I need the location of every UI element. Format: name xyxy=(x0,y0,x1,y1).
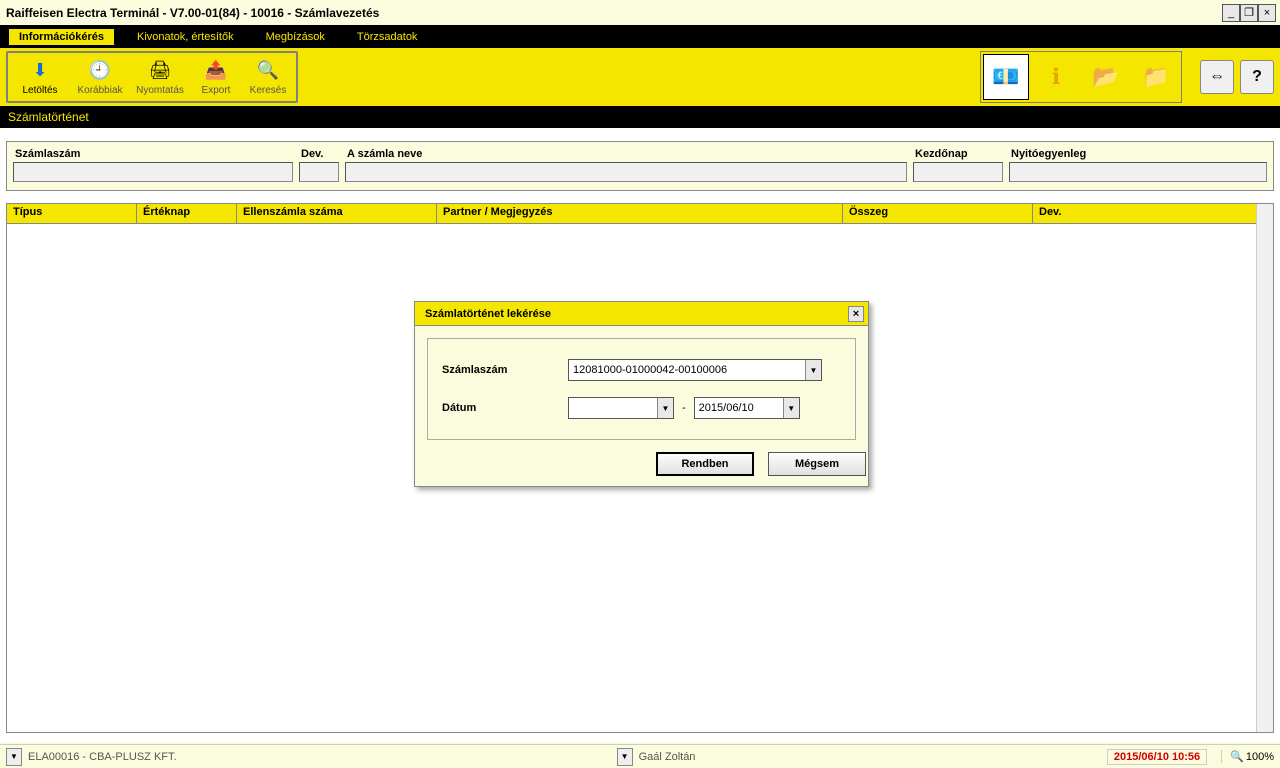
dialog-date-from-input[interactable] xyxy=(569,398,657,418)
status-bar: ▼ ELA00016 - CBA-PLUSZ KFT. ▼ Gaál Zoltá… xyxy=(0,744,1280,768)
toolbar: ⬇ Letöltés 🕘 Korábbiak 🖨 Nyomtatás 📤 Exp… xyxy=(0,48,1280,106)
ok-button[interactable]: Rendben xyxy=(656,452,754,476)
download-icon: ⬇ xyxy=(28,59,52,83)
th-valuedate[interactable]: Értéknap xyxy=(137,204,237,223)
scrollbar-placeholder[interactable] xyxy=(1256,204,1273,732)
table-header-row: Típus Értéknap Ellenszámla száma Partner… xyxy=(7,204,1273,224)
dialog-date-label: Dátum xyxy=(442,402,568,414)
clock-download-icon: 🕘 xyxy=(88,59,112,83)
menu-bar: Információkérés Kivonatok, értesítők Meg… xyxy=(0,26,1280,48)
th-counteraccount[interactable]: Ellenszámla száma xyxy=(237,204,437,223)
dialog-titlebar: Számlatörténet lekérése × xyxy=(415,302,868,326)
minimize-button[interactable]: _ xyxy=(1222,4,1240,22)
account-no-label: Számlaszám xyxy=(13,142,293,162)
dialog-date-from-combo[interactable]: ▼ xyxy=(568,397,674,419)
status-company: ELA00016 - CBA-PLUSZ KFT. xyxy=(28,751,177,763)
status-company-dropdown[interactable]: ▼ xyxy=(6,748,22,766)
menu-megbizasok[interactable]: Megbízások xyxy=(256,26,335,48)
start-date-input[interactable] xyxy=(913,162,1003,182)
menu-kivonatok[interactable]: Kivonatok, értesítők xyxy=(127,26,244,48)
folder-icon[interactable]: 📁 xyxy=(1133,54,1179,100)
close-button[interactable]: × xyxy=(1258,4,1276,22)
currency-label: Dev. xyxy=(299,142,339,162)
tool-group-main: ⬇ Letöltés 🕘 Korábbiak 🖨 Nyomtatás 📤 Exp… xyxy=(6,51,298,103)
th-amount[interactable]: Összeg xyxy=(843,204,1033,223)
download-button[interactable]: ⬇ Letöltés xyxy=(10,55,70,99)
status-user: Gaál Zoltán xyxy=(639,751,696,763)
window-titlebar: Raiffeisen Electra Terminál - V7.00-01(8… xyxy=(0,0,1280,26)
th-partner[interactable]: Partner / Megjegyzés xyxy=(437,204,843,223)
cancel-button[interactable]: Mégsem xyxy=(768,452,866,476)
chevron-down-icon[interactable]: ▼ xyxy=(805,360,821,380)
view-title: Számlatörténet xyxy=(0,106,1280,128)
opening-balance-label: Nyitóegyenleg xyxy=(1009,142,1267,162)
history-request-dialog: Számlatörténet lekérése × Számlaszám ▼ D… xyxy=(414,301,869,487)
info-icon[interactable]: ℹ xyxy=(1033,54,1079,100)
window-title: Raiffeisen Electra Terminál - V7.00-01(8… xyxy=(6,6,1222,20)
zoom-icon: 🔍 xyxy=(1230,750,1244,763)
magnifier-icon: 🔍 xyxy=(256,59,280,83)
chevron-down-icon[interactable]: ▼ xyxy=(783,398,799,418)
dialog-account-label: Számlaszám xyxy=(442,364,568,376)
currency-input[interactable] xyxy=(299,162,339,182)
account-name-label: A számla neve xyxy=(345,142,907,162)
menu-informaciokeres[interactable]: Információkérés xyxy=(8,28,115,46)
filter-panel: Számlaszám Dev. A számla neve Kezdőnap N… xyxy=(6,141,1274,191)
menu-torzsadatok[interactable]: Törzsadatok xyxy=(347,26,428,48)
status-zoom: 🔍 100% xyxy=(1221,750,1274,763)
folder-arrow-icon[interactable]: 📂 xyxy=(1083,54,1129,100)
link-button[interactable]: ⇔ xyxy=(1200,60,1234,94)
dialog-date-to-input[interactable] xyxy=(695,398,783,418)
toolbar-right-group: 💶 ℹ 📂 📁 xyxy=(980,51,1182,103)
dialog-date-to-combo[interactable]: ▼ xyxy=(694,397,800,419)
dialog-account-combo[interactable]: ▼ xyxy=(568,359,822,381)
dialog-close-button[interactable]: × xyxy=(848,306,864,322)
print-button[interactable]: 🖨 Nyomtatás xyxy=(130,55,190,99)
start-date-label: Kezdőnap xyxy=(913,142,1003,162)
dialog-title: Számlatörténet lekérése xyxy=(425,308,848,320)
zoom-value: 100% xyxy=(1246,751,1274,763)
export-icon: 📤 xyxy=(204,59,228,83)
dialog-account-input[interactable] xyxy=(569,360,805,380)
account-no-input[interactable] xyxy=(13,162,293,182)
opening-balance-input[interactable] xyxy=(1009,162,1267,182)
export-button[interactable]: 📤 Export xyxy=(190,55,242,99)
date-range-separator: - xyxy=(674,402,694,414)
help-button[interactable]: ? xyxy=(1240,60,1274,94)
chevron-down-icon[interactable]: ▼ xyxy=(657,398,673,418)
th-type[interactable]: Típus xyxy=(7,204,137,223)
earlier-button[interactable]: 🕘 Korábbiak xyxy=(70,55,130,99)
th-curr[interactable]: Dev. xyxy=(1033,204,1273,223)
status-user-dropdown[interactable]: ▼ xyxy=(617,748,633,766)
money-icon[interactable]: 💶 xyxy=(983,54,1029,100)
account-name-input[interactable] xyxy=(345,162,907,182)
status-datetime: 2015/06/10 10:56 xyxy=(1107,749,1207,765)
search-button[interactable]: 🔍 Keresés xyxy=(242,55,294,99)
restore-button[interactable]: ❐ xyxy=(1240,4,1258,22)
printer-icon: 🖨 xyxy=(148,59,172,83)
